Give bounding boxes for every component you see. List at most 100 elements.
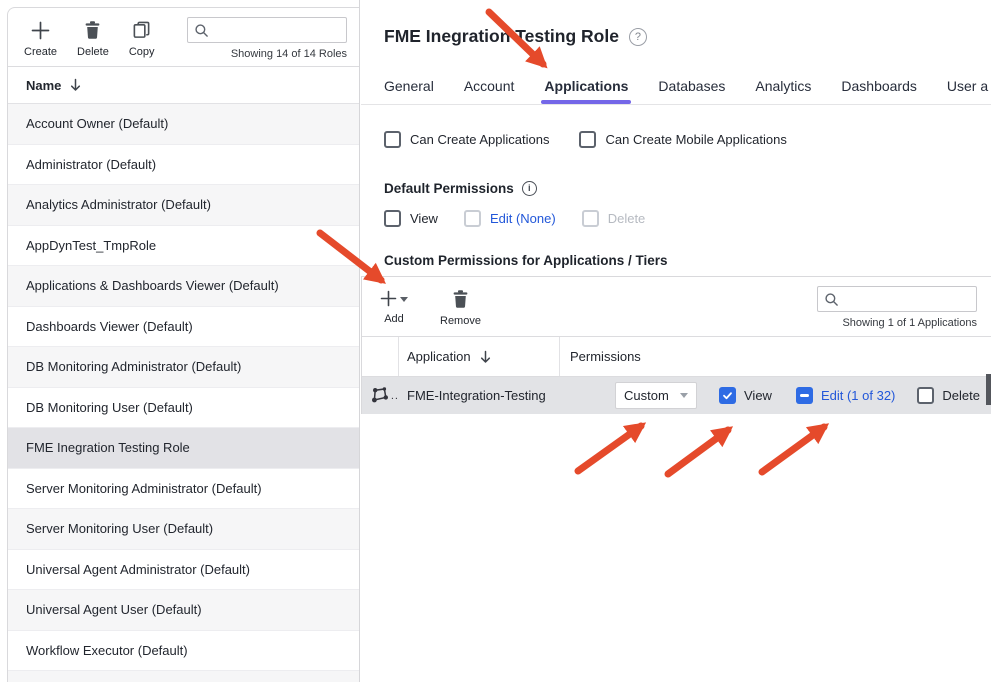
tab-analytics[interactable]: Analytics xyxy=(755,78,811,104)
row-edit-checkbox-indeterminate[interactable] xyxy=(796,387,813,404)
plus-icon xyxy=(30,17,51,43)
plus-icon xyxy=(380,290,397,307)
default-delete-checkbox[interactable] xyxy=(582,210,599,227)
row-edit-link[interactable]: Edit (1 of 32) xyxy=(821,388,895,403)
row-edge-strip xyxy=(986,374,991,405)
applications-search-area: Showing 1 of 1 Applications xyxy=(817,286,977,329)
default-permissions-heading-row: Default Permissions i xyxy=(384,181,991,196)
can-create-mobile-applications-label: Can Create Mobile Applications xyxy=(605,132,786,147)
application-permission-row[interactable]: .. FME-Integration-Testing Custom View xyxy=(362,377,991,414)
add-label: Add xyxy=(384,313,404,325)
role-list-item[interactable]: DB Monitoring Administrator (Default) xyxy=(8,347,359,388)
list-filler-stripe xyxy=(8,671,359,682)
tab-account[interactable]: Account xyxy=(464,78,515,104)
tab-dashboards[interactable]: Dashboards xyxy=(841,78,917,104)
role-list-item[interactable]: Universal Agent Administrator (Default) xyxy=(8,550,359,591)
row-delete-label: Delete xyxy=(942,388,980,403)
application-flowmap-icon xyxy=(370,386,390,405)
application-column-label: Application xyxy=(407,349,471,364)
create-role-button[interactable]: Create xyxy=(24,17,57,58)
default-view-label: View xyxy=(410,211,438,226)
sort-descending-icon xyxy=(69,78,82,92)
delete-role-button[interactable]: Delete xyxy=(77,17,109,58)
row-delete-checkbox[interactable] xyxy=(917,387,934,404)
role-list-item[interactable]: Analytics Administrator (Default) xyxy=(8,185,359,226)
application-column-header[interactable]: Application xyxy=(399,337,560,376)
default-view-checkbox[interactable] xyxy=(384,210,401,227)
application-name-cell: FME-Integration-Testing xyxy=(399,388,560,403)
remove-label: Remove xyxy=(440,315,481,327)
copy-icon xyxy=(132,17,151,43)
tab-user-cutoff[interactable]: User a xyxy=(947,78,988,104)
default-delete-label: Delete xyxy=(608,211,646,226)
tab-databases[interactable]: Databases xyxy=(658,78,725,104)
roles-sidebar: Create Delete xyxy=(0,0,360,682)
copy-role-button[interactable]: Copy xyxy=(129,17,155,58)
applications-search-box[interactable] xyxy=(817,286,977,312)
application-icon-cell: .. xyxy=(362,386,399,405)
search-icon xyxy=(824,292,839,307)
can-create-applications-checkbox[interactable] xyxy=(384,131,401,148)
permission-mode-value: Custom xyxy=(624,388,669,403)
applications-search-input[interactable] xyxy=(844,292,970,306)
row-delete-option: Delete xyxy=(917,387,980,404)
role-list-item[interactable]: Universal Agent User (Default) xyxy=(8,590,359,631)
role-list-item[interactable]: Server Monitoring User (Default) xyxy=(8,509,359,550)
page-title: FME Inegration Testing Role xyxy=(384,26,619,47)
sort-descending-icon xyxy=(479,350,492,364)
role-list-item[interactable]: Applications & Dashboards Viewer (Defaul… xyxy=(8,266,359,307)
default-edit-link[interactable]: Edit (None) xyxy=(490,211,556,226)
permission-mode-select[interactable]: Custom xyxy=(615,382,697,409)
roles-toolbar: Create Delete xyxy=(8,8,359,67)
default-permissions-section: Default Permissions i View Edit (None) D… xyxy=(361,181,991,227)
remove-application-button[interactable]: Remove xyxy=(440,286,481,327)
can-create-mobile-applications-checkbox[interactable] xyxy=(579,131,596,148)
roles-sort-header[interactable]: Name xyxy=(8,67,359,104)
default-permissions-options: View Edit (None) Delete xyxy=(384,210,991,227)
default-permissions-heading: Default Permissions xyxy=(384,181,514,196)
search-icon xyxy=(194,23,209,38)
role-list-item[interactable]: DB Monitoring User (Default) xyxy=(8,388,359,429)
row-view-checkbox[interactable] xyxy=(719,387,736,404)
icon-column-header xyxy=(362,337,399,376)
roles-search-input[interactable] xyxy=(214,23,340,37)
role-tabs: General Account Applications Databases A… xyxy=(361,78,991,105)
roles-search-box[interactable] xyxy=(187,17,347,43)
custom-permissions-heading: Custom Permissions for Applications / Ti… xyxy=(361,253,991,268)
name-column-label: Name xyxy=(26,78,61,93)
custom-permissions-toolbar: Add Remove xyxy=(362,277,991,336)
title-row: FME Inegration Testing Role ? xyxy=(361,0,991,47)
permissions-cell: Custom View Edit (1 of 32) xyxy=(560,382,991,409)
help-icon[interactable]: ? xyxy=(629,28,647,46)
default-delete-option: Delete xyxy=(582,210,646,227)
chevron-down-icon xyxy=(680,393,688,398)
role-list-item[interactable]: Administrator (Default) xyxy=(8,145,359,186)
default-edit-checkbox[interactable] xyxy=(464,210,481,227)
roles-list: Account Owner (Default) Administrator (D… xyxy=(8,104,359,682)
applications-count-text: Showing 1 of 1 Applications xyxy=(817,317,977,329)
role-list-item[interactable]: Dashboards Viewer (Default) xyxy=(8,307,359,348)
trash-icon xyxy=(451,286,470,312)
role-list-item[interactable]: Account Owner (Default) xyxy=(8,104,359,145)
role-detail-panel: FME Inegration Testing Role ? General Ac… xyxy=(361,0,991,682)
role-list-item-selected[interactable]: FME Inegration Testing Role xyxy=(8,428,359,469)
icon-truncation-dots: .. xyxy=(391,390,399,402)
tab-applications[interactable]: Applications xyxy=(544,78,628,104)
permissions-column-label: Permissions xyxy=(570,349,641,364)
roles-admin-page: Create Delete xyxy=(0,0,991,682)
info-icon[interactable]: i xyxy=(522,181,537,196)
default-view-option: View xyxy=(384,210,438,227)
role-list-item[interactable]: Workflow Executor (Default) xyxy=(8,631,359,672)
row-view-option: View xyxy=(719,387,772,404)
copy-label: Copy xyxy=(129,46,155,58)
add-application-button[interactable]: Add xyxy=(380,286,408,325)
can-create-applications-option: Can Create Applications xyxy=(384,131,549,148)
default-edit-option: Edit (None) xyxy=(464,210,556,227)
role-list-item[interactable]: AppDynTest_TmpRole xyxy=(8,226,359,267)
role-list-item[interactable]: Server Monitoring Administrator (Default… xyxy=(8,469,359,510)
row-view-label: View xyxy=(744,388,772,403)
tab-general[interactable]: General xyxy=(384,78,434,104)
roles-list-card: Create Delete xyxy=(7,7,359,682)
can-create-mobile-applications-option: Can Create Mobile Applications xyxy=(579,131,786,148)
create-permissions-row: Can Create Applications Can Create Mobil… xyxy=(361,131,991,148)
